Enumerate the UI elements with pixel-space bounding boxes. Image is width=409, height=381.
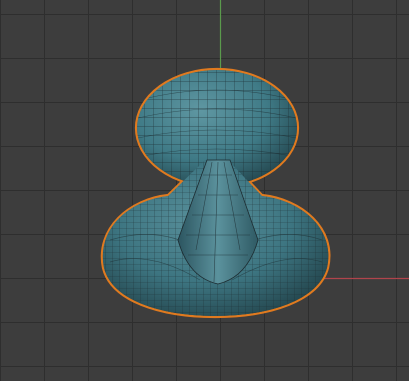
viewport-canvas[interactable] xyxy=(0,0,409,381)
3d-viewport[interactable] xyxy=(0,0,409,381)
mesh-object[interactable] xyxy=(95,65,335,320)
